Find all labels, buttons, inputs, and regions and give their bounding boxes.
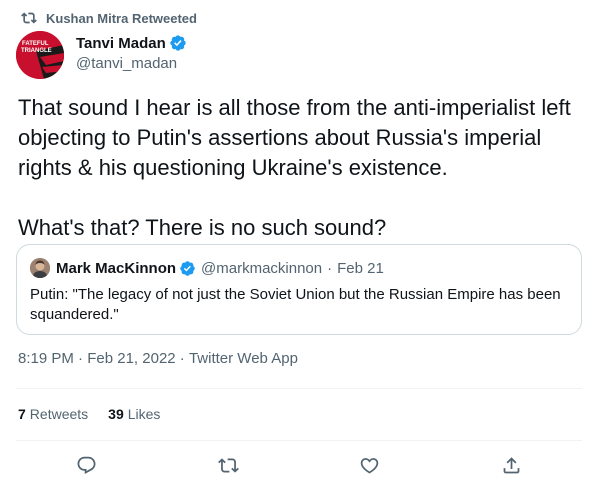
retweets-stat[interactable]: 7 Retweets bbox=[18, 406, 88, 422]
quote-author-display-name: Mark MacKinnon bbox=[56, 259, 177, 277]
divider bbox=[16, 388, 582, 389]
tweet-stats: 7 Retweets 39 Likes bbox=[18, 403, 180, 425]
quote-date: Feb 21 bbox=[337, 259, 384, 277]
meta-separator: · bbox=[73, 350, 88, 367]
tweet-author: FATEFUL TRIANGLE Tanvi Madan @tanvi_mada… bbox=[16, 31, 187, 79]
tweet-meta: 8:19 PM · Feb 21, 2022 · Twitter Web App bbox=[18, 350, 298, 367]
share-button[interactable] bbox=[494, 448, 528, 482]
reply-button[interactable] bbox=[70, 448, 104, 482]
like-icon bbox=[360, 457, 379, 474]
likes-label: Likes bbox=[127, 406, 161, 422]
author-handle[interactable]: @tanvi_madan bbox=[76, 55, 187, 72]
retweets-count: 7 bbox=[18, 406, 26, 422]
verified-badge-icon bbox=[170, 35, 186, 51]
meta-separator: · bbox=[175, 350, 189, 367]
quote-text: Putin: "The legacy of not just the Sovie… bbox=[30, 286, 561, 323]
retweeted-by-banner[interactable]: Kushan Mitra Retweeted bbox=[20, 9, 197, 27]
tweet-source[interactable]: Twitter Web App bbox=[189, 350, 298, 367]
divider bbox=[16, 440, 582, 441]
tweet-date[interactable]: Feb 21, 2022 bbox=[87, 350, 175, 367]
reply-icon bbox=[77, 456, 96, 474]
author-display-name[interactable]: Tanvi Madan bbox=[76, 35, 166, 52]
quote-avatar bbox=[30, 258, 50, 278]
quote-author-handle: @markmackinnon bbox=[201, 259, 323, 277]
likes-count: 39 bbox=[108, 406, 124, 422]
person-avatar-image bbox=[30, 258, 50, 278]
tweet-text: That sound I hear is all those from the … bbox=[18, 95, 571, 240]
tweet-time[interactable]: 8:19 PM bbox=[18, 350, 74, 367]
quote-separator: · bbox=[327, 259, 333, 277]
like-button[interactable] bbox=[353, 448, 387, 482]
svg-text:FATEFUL: FATEFUL bbox=[22, 41, 49, 47]
retweet-button[interactable] bbox=[211, 448, 245, 482]
share-icon bbox=[503, 456, 520, 473]
retweeted-by-text[interactable]: Kushan Mitra Retweeted bbox=[46, 11, 197, 26]
verified-badge-icon bbox=[180, 260, 195, 276]
retweets-label: Retweets bbox=[29, 406, 89, 422]
svg-text:TRIANGLE: TRIANGLE bbox=[21, 48, 52, 54]
likes-stat[interactable]: 39 Likes bbox=[108, 406, 160, 422]
avatar[interactable]: FATEFUL TRIANGLE bbox=[16, 31, 64, 79]
tweet-action-bar bbox=[16, 448, 582, 482]
quoted-tweet[interactable]: Mark MacKinnon @markmackinnon · Feb 21 P… bbox=[16, 244, 582, 335]
retweet-icon bbox=[217, 457, 239, 473]
retweet-icon bbox=[21, 12, 37, 24]
book-cover-avatar-image: FATEFUL TRIANGLE bbox=[16, 31, 64, 79]
